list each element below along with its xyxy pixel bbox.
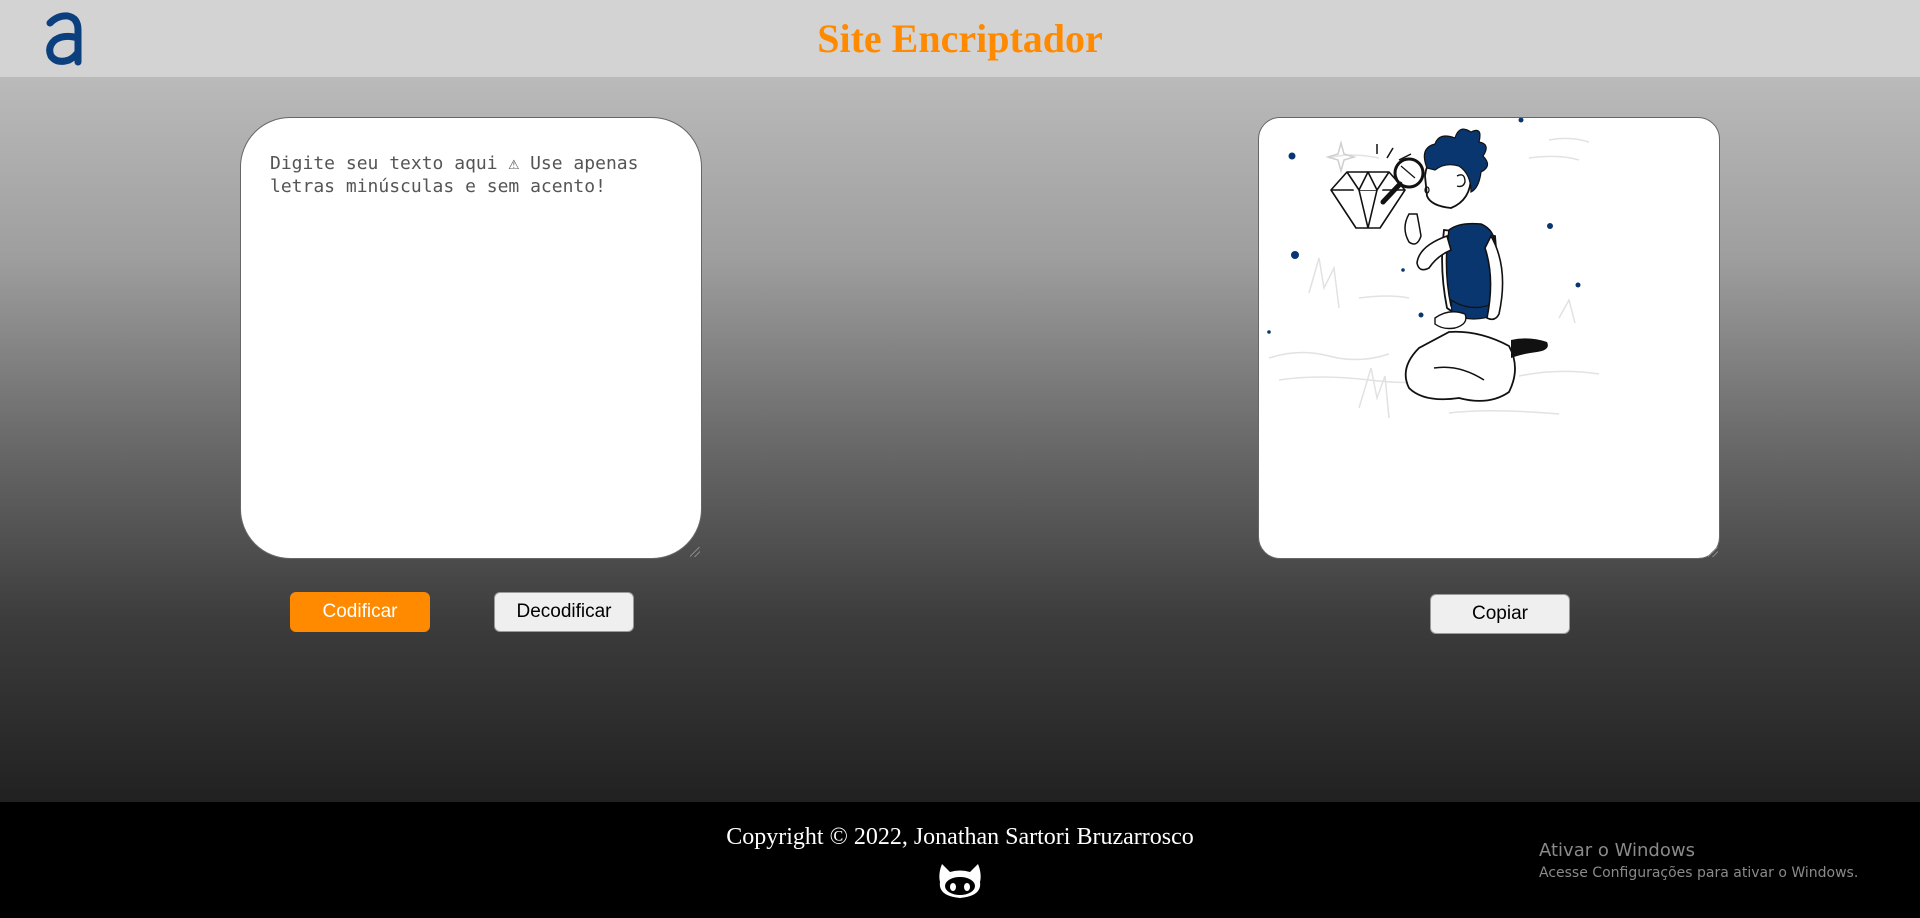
copy-button[interactable]: Copiar bbox=[1430, 594, 1570, 634]
encrypt-button[interactable]: Codificar bbox=[290, 592, 430, 632]
watermark-subtitle: Acesse Configurações para ativar o Windo… bbox=[1539, 865, 1859, 881]
watermark-title: Ativar o Windows bbox=[1539, 840, 1695, 861]
header-bar: Site Encriptador bbox=[0, 0, 1920, 77]
page-title: Site Encriptador bbox=[817, 16, 1103, 61]
decrypt-button[interactable]: Decodificar bbox=[494, 592, 634, 632]
output-panel bbox=[1258, 117, 1720, 559]
output-resize-handle[interactable] bbox=[1708, 547, 1718, 557]
textarea-resize-handle[interactable] bbox=[690, 547, 700, 557]
windows-activation-watermark: Ativar o Windows Acesse Configurações pa… bbox=[1539, 840, 1858, 881]
person-searching-diamond-illustration bbox=[1267, 118, 1600, 419]
github-octocat-icon[interactable] bbox=[936, 860, 984, 902]
text-input[interactable] bbox=[240, 117, 702, 559]
